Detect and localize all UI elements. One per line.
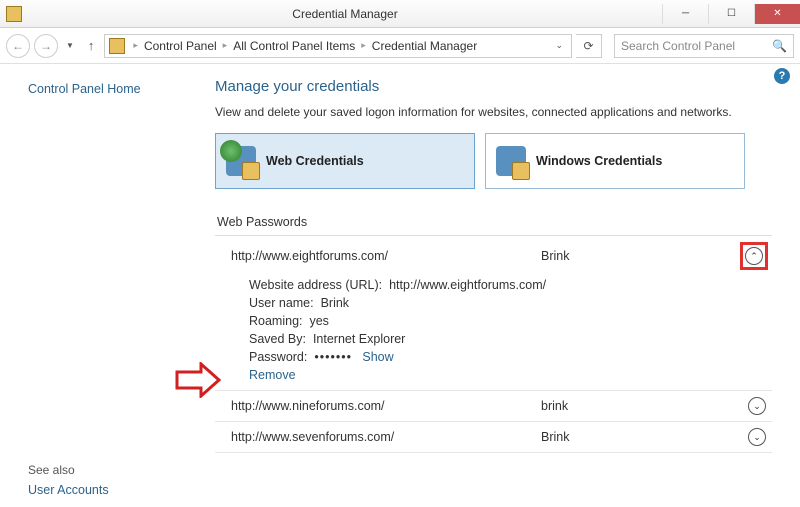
- entry-url: http://www.sevenforums.com/: [231, 430, 541, 444]
- detail-user-value: Brink: [321, 296, 349, 310]
- detail-password-label: Password:: [249, 350, 307, 364]
- close-button[interactable]: ✕: [754, 4, 800, 24]
- window-title: Credential Manager: [28, 7, 662, 21]
- credential-entry: http://www.sevenforums.com/ Brink ⌄: [215, 422, 772, 453]
- detail-user-label: User name:: [249, 296, 314, 310]
- detail-roaming-value: yes: [309, 314, 328, 328]
- nav-toolbar: ← → ▼ ↑ ▸ Control Panel ▸ All Control Pa…: [0, 28, 800, 64]
- entry-url: http://www.nineforums.com/: [231, 399, 541, 413]
- entry-details: Website address (URL): http://www.eightf…: [215, 276, 772, 390]
- forward-button[interactable]: →: [34, 34, 58, 58]
- chevron-right-icon: ▸: [223, 40, 228, 51]
- entry-header[interactable]: http://www.nineforums.com/ brink ⌄: [215, 391, 772, 421]
- show-password-link[interactable]: Show: [362, 350, 393, 364]
- search-placeholder: Search Control Panel: [621, 39, 735, 53]
- breadcrumb-control-panel[interactable]: Control Panel: [142, 39, 219, 53]
- detail-url-value: http://www.eightforums.com/: [389, 278, 546, 292]
- globe-safe-icon: [226, 146, 256, 176]
- expand-icon[interactable]: ⌄: [748, 397, 766, 415]
- section-web-passwords: Web Passwords: [215, 211, 772, 236]
- entry-user: Brink: [541, 430, 748, 444]
- entry-user: brink: [541, 399, 748, 413]
- annotation-highlight-box: ⌃: [740, 242, 768, 270]
- history-dropdown[interactable]: ▼: [62, 41, 78, 50]
- detail-savedby-label: Saved By:: [249, 332, 306, 346]
- breadcrumb-credential-manager[interactable]: Credential Manager: [370, 39, 479, 53]
- annotation-arrow-icon: [175, 362, 221, 398]
- title-bar: Credential Manager ─ ☐ ✕: [0, 0, 800, 28]
- detail-savedby-value: Internet Explorer: [313, 332, 405, 346]
- sidebar: Control Panel Home See also User Account…: [0, 64, 215, 507]
- detail-roaming-label: Roaming:: [249, 314, 303, 328]
- app-icon: [6, 6, 22, 22]
- address-bar[interactable]: ▸ Control Panel ▸ All Control Panel Item…: [104, 34, 572, 58]
- credential-entry: http://www.eightforums.com/ Brink ⌃ Webs…: [215, 236, 772, 391]
- search-icon: 🔍: [772, 39, 787, 53]
- monitor-safe-icon: [496, 146, 526, 176]
- tab-windows-credentials[interactable]: Windows Credentials: [485, 133, 745, 189]
- remove-credential-link[interactable]: Remove: [249, 368, 296, 382]
- entry-header[interactable]: http://www.eightforums.com/ Brink ⌃: [215, 236, 772, 276]
- main-content: ? Manage your credentials View and delet…: [215, 64, 800, 507]
- entry-header[interactable]: http://www.sevenforums.com/ Brink ⌄: [215, 422, 772, 452]
- maximize-button[interactable]: ☐: [708, 4, 754, 24]
- refresh-button[interactable]: ⟳: [576, 34, 602, 58]
- page-heading: Manage your credentials: [215, 78, 772, 95]
- control-panel-home-link[interactable]: Control Panel Home: [28, 82, 215, 96]
- detail-url-label: Website address (URL):: [249, 278, 382, 292]
- breadcrumb-all-items[interactable]: All Control Panel Items: [231, 39, 357, 53]
- detail-password-mask: •••••••: [314, 350, 352, 364]
- back-button[interactable]: ←: [6, 34, 30, 58]
- up-button[interactable]: ↑: [82, 38, 101, 53]
- tab-windows-label: Windows Credentials: [536, 154, 662, 168]
- search-input[interactable]: Search Control Panel 🔍: [614, 34, 794, 58]
- help-icon[interactable]: ?: [774, 68, 790, 84]
- address-dropdown[interactable]: ⌄: [549, 40, 569, 51]
- expand-icon[interactable]: ⌄: [748, 428, 766, 446]
- user-accounts-link[interactable]: User Accounts: [28, 483, 109, 497]
- entry-user: Brink: [541, 249, 740, 263]
- chevron-right-icon: ▸: [361, 40, 366, 51]
- collapse-icon[interactable]: ⌃: [745, 247, 763, 265]
- see-also-label: See also: [28, 463, 75, 477]
- minimize-button[interactable]: ─: [662, 4, 708, 24]
- tab-web-label: Web Credentials: [266, 154, 364, 168]
- page-subheading: View and delete your saved logon informa…: [215, 105, 772, 119]
- tab-web-credentials[interactable]: Web Credentials: [215, 133, 475, 189]
- entry-url: http://www.eightforums.com/: [231, 249, 541, 263]
- folder-icon: [109, 38, 125, 54]
- chevron-right-icon: ▸: [133, 40, 138, 51]
- credential-entry: http://www.nineforums.com/ brink ⌄: [215, 391, 772, 422]
